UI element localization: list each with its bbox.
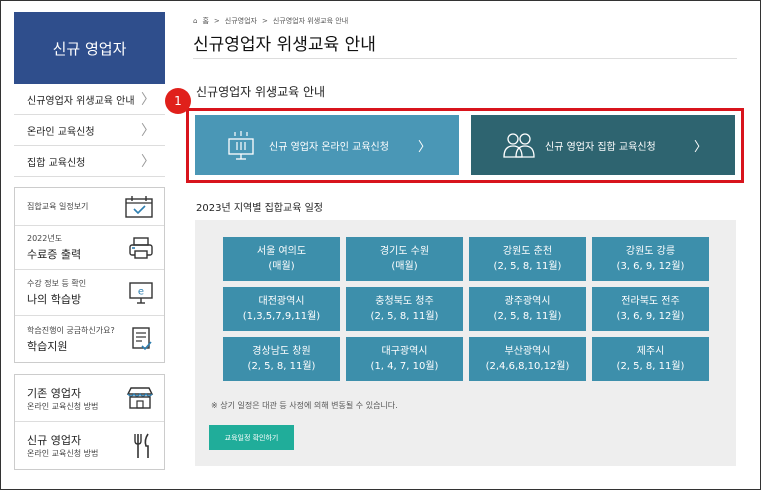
chevron-right-icon: 〉 [141,154,155,170]
schedule-tile-months: (2, 5, 8, 11월) [493,261,562,272]
schedule-tile[interactable]: 강원도 강릉 (3, 6, 9, 12월) [592,237,709,281]
schedule-tile-months: (2, 5, 8, 11월) [616,361,685,372]
sidebar-item-label: 집합 교육신청 [27,157,86,169]
chevron-right-icon: 〉 [141,92,155,108]
schedule-tile[interactable]: 서울 여의도 (매월) [223,237,340,281]
quick-link-my-classroom-label: 나의 학습방 [27,293,82,306]
page-title: 신규영업자 위생교육 안내 [193,35,376,55]
schedule-tile[interactable]: 광주광역시 (2, 5, 8, 11월) [469,287,586,331]
schedule-tile-city: 제주시 [636,346,665,357]
schedule-tile[interactable]: 대전광역시 (1,3,5,7,9,11월) [223,287,340,331]
quick-link-my-classroom-sub: 수강 정보 등 확인 [27,279,87,288]
annotation-badge: 1 [165,88,191,114]
breadcrumb-home[interactable]: 홈 [202,16,208,26]
fork-knife-icon [134,433,149,458]
quick-link-learning-support-sub: 학습진행이 궁금하신가요? [27,325,115,335]
schedule-tile[interactable]: 충청북도 청주 (2, 5, 8, 11월) [346,287,463,331]
chevron-right-icon: 〉 [141,123,155,139]
guide-new-title: 신규 영업자 [27,434,82,447]
schedule-title: 2023년 지역별 집합교육 일정 [196,203,323,214]
check-schedule-button[interactable]: 교육일정 확인하기 [209,425,294,450]
sidebar-item-group-apply[interactable]: 집합 교육신청 〉 [14,146,165,177]
guide-existing-title: 기존 영업자 [27,386,82,400]
schedule-tile-months: (2, 5, 8, 11월) [370,311,439,322]
breadcrumb-separator: > [213,17,220,25]
storefront-icon [126,387,154,409]
schedule-tile-months: (매월) [391,261,418,272]
sidebar-header: 신규 영업자 [14,12,165,84]
schedule-tile-city: 광주광역시 [504,296,551,307]
schedule-note: ※ 상기 일정은 대관 등 사정에 의해 변동될 수 있습니다. [211,401,398,410]
sidebar-item-label: 신규영업자 위생교육 안내 [27,95,135,107]
schedule-tile[interactable]: 강원도 춘천 (2, 5, 8, 11월) [469,237,586,281]
schedule-tile-city: 대구광역시 [381,346,428,357]
guide-new-operator[interactable]: 신규 영업자 온라인 교육신청 방법 [15,422,164,469]
monitor-icon [226,129,260,161]
quick-link-my-classroom[interactable]: 수강 정보 등 확인 나의 학습방 e [15,270,164,316]
guide-links: 기존 영업자 온라인 교육신청 방법 신규 영업자 온라인 교육신청 방법 [14,374,165,470]
schedule-tile-city: 강원도 춘천 [502,246,553,257]
schedule-tile-city: 경상남도 창원 [252,346,311,357]
schedule-tile-months: (2,4,6,8,10,12월) [485,361,570,372]
schedule-tile-months: (2, 5, 8, 11월) [247,361,316,372]
guide-existing-operator[interactable]: 기존 영업자 온라인 교육신청 방법 [15,375,164,422]
quick-link-learning-support[interactable]: 학습진행이 궁금하신가요? 학습지원 [15,316,164,362]
schedule-tile-city: 전라북도 전주 [621,296,680,307]
schedule-tile-city: 강원도 강릉 [625,246,676,257]
schedule-tile[interactable]: 경상남도 창원 (2, 5, 8, 11월) [223,337,340,381]
sidebar-title: 신규 영업자 [52,39,127,58]
breadcrumb-new-operator[interactable]: 신규영업자 [225,16,257,26]
online-apply-label: 신규 영업자 온라인 교육신청 [269,141,389,153]
schedule-tile-city: 부산광역시 [504,346,551,357]
schedule-tile[interactable]: 대구광역시 (1, 4, 7, 10월) [346,337,463,381]
schedule-tile-months: (매월) [268,261,295,272]
document-check-icon [132,327,152,351]
quick-link-schedule-label: 집합교육 일정보기 [27,202,89,211]
breadcrumb-separator: > [261,17,268,25]
schedule-tile-months: (3, 6, 9, 12월) [616,311,685,322]
online-apply-button[interactable]: 신규 영업자 온라인 교육신청 〉 [195,115,459,175]
quick-link-certificate-label: 수료증 출력 [27,248,82,261]
schedule-tile-city: 경기도 수원 [379,246,430,257]
schedule-tile-months: (1,3,5,7,9,11월) [242,311,321,322]
sidebar-item-hygiene-guide[interactable]: 신규영업자 위생교육 안내 〉 [14,84,165,115]
schedule-tile[interactable]: 경기도 수원 (매월) [346,237,463,281]
quick-link-certificate[interactable]: 2022년도 수료증 출력 [15,226,164,270]
schedule-tile-months: (3, 6, 9, 12월) [616,261,685,272]
sidebar-item-online-apply[interactable]: 온라인 교육신청 〉 [14,115,165,146]
sidebar-menu: 신규영업자 위생교육 안내 〉 온라인 교육신청 〉 집합 교육신청 〉 [14,84,165,177]
home-icon[interactable]: ⌂ [193,17,197,25]
schedule-tile[interactable]: 제주시 (2, 5, 8, 11월) [592,337,709,381]
calendar-check-icon [125,195,153,218]
quick-link-schedule[interactable]: 집합교육 일정보기 [15,188,164,226]
printer-icon [129,236,153,259]
svg-text:e: e [138,286,144,297]
quick-link-learning-support-label: 학습지원 [27,339,68,353]
schedule-tile-months: (2, 5, 8, 11월) [493,311,562,322]
quick-link-certificate-year: 2022년도 [27,234,63,243]
schedule-tile-city: 충청북도 청주 [375,296,434,307]
group-apply-label: 신규 영업자 집합 교육신청 [545,141,656,153]
chevron-right-icon: 〉 [417,139,431,155]
schedule-tile-city: 서울 여의도 [256,246,307,257]
chevron-right-icon: 〉 [693,139,707,155]
breadcrumb-current: 신규영업자 위생교육 안내 [272,17,349,25]
schedule-tile-months: (1, 4, 7, 10월) [370,361,439,372]
sidebar-item-label: 온라인 교육신청 [27,126,95,138]
breadcrumb: ⌂ 홈 > 신규영업자 > 신규영업자 위생교육 안내 [193,16,348,26]
people-icon [502,131,536,159]
section-title: 신규영업자 위생교육 안내 [196,85,326,99]
monitor-e-icon: e [129,281,153,304]
group-apply-button[interactable]: 신규 영업자 집합 교육신청 〉 [471,115,735,175]
schedule-tile[interactable]: 부산광역시 (2,4,6,8,10,12월) [469,337,586,381]
schedule-tile[interactable]: 전라북도 전주 (3, 6, 9, 12월) [592,287,709,331]
quick-links: 집합교육 일정보기 2022년도 수료증 출력 수강 정보 등 확인 나의 학습… [14,187,165,363]
title-divider [193,58,737,59]
guide-new-sub: 온라인 교육신청 방법 [27,449,99,458]
schedule-tile-city: 대전광역시 [258,296,305,307]
guide-existing-sub: 온라인 교육신청 방법 [27,401,99,411]
